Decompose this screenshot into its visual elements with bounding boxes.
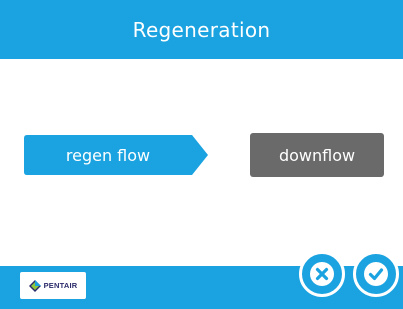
logo-text: PENTAIR: [43, 281, 78, 290]
page-title: Regeneration: [132, 17, 271, 42]
confirm-button[interactable]: [353, 251, 399, 297]
regen-flow-text: regen flow: [65, 145, 151, 165]
regen-flow-label: regen flow: [24, 135, 208, 175]
downflow-button[interactable]: downflow: [250, 133, 384, 177]
pentair-logo: PENTAIR: [20, 272, 86, 299]
cancel-button[interactable]: [299, 251, 345, 297]
check-icon: [364, 262, 388, 286]
close-icon: [310, 262, 334, 286]
pentair-diamond-icon: [28, 279, 41, 292]
header-bar: Regeneration: [0, 0, 403, 59]
